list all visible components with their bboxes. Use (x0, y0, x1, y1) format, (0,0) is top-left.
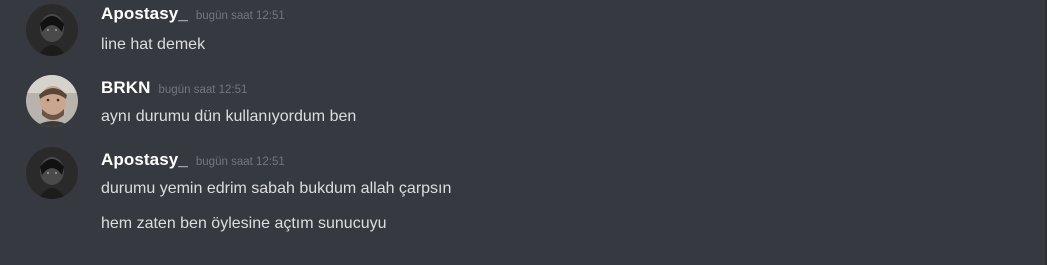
timestamp: bugün saat 12:51 (195, 10, 285, 22)
avatar[interactable] (26, 147, 78, 199)
timestamp: bugün saat 12:51 (158, 84, 248, 96)
message-header: Apostasy_ bugün saat 12:51 (101, 150, 285, 170)
dark-portrait-avatar-icon (26, 147, 78, 199)
message-text: hem zaten ben öylesine açtım sunucuyu (101, 215, 387, 232)
message-text: line hat demek (101, 36, 206, 53)
message-header: Apostasy_ bugün saat 12:51 (101, 4, 285, 24)
message-text: aynı durumu dün kullanıyordum ben (101, 108, 357, 125)
message-text: durumu yemin edrim sabah bukdum allah ça… (101, 180, 452, 197)
avatar[interactable] (26, 4, 78, 56)
username[interactable]: Apostasy_ (101, 4, 188, 24)
message-header: BRKN bugün saat 12:51 (101, 78, 247, 98)
avatar[interactable] (26, 75, 78, 127)
dark-portrait-avatar-icon (26, 4, 78, 56)
chat-messages-area: Apostasy_ bugün saat 12:51 line hat deme… (0, 0, 1047, 265)
light-portrait-avatar-icon (26, 75, 78, 127)
username[interactable]: Apostasy_ (101, 150, 188, 170)
username[interactable]: BRKN (101, 78, 151, 98)
timestamp: bugün saat 12:51 (195, 156, 285, 168)
